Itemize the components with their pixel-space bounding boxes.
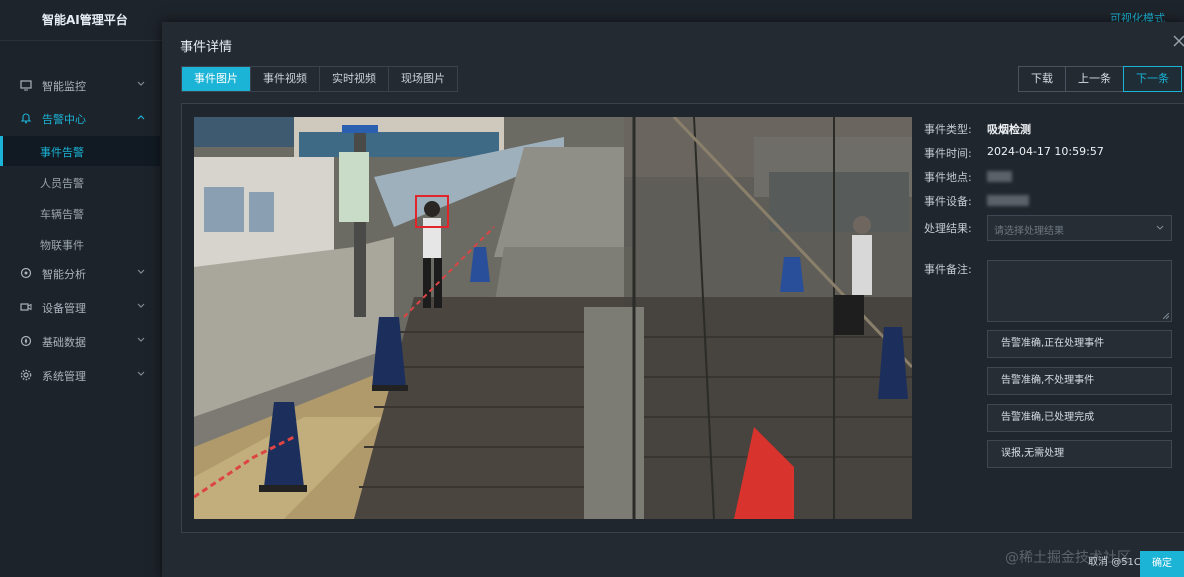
result-label: 处理结果: — [924, 222, 972, 235]
result-select-placeholder: 请选择处理结果 — [994, 226, 1064, 237]
sidebar-item-label: 告警中心 — [42, 113, 86, 126]
download-button[interactable]: 下载 — [1018, 66, 1066, 92]
surveillance-snapshot — [194, 117, 912, 519]
event-content-panel: 事件类型: 吸烟检测 事件时间: 2024-04-17 10:59:57 事件地… — [181, 103, 1184, 533]
media-tabs: 事件图片 事件视频 实时视频 现场图片 — [181, 66, 458, 92]
chevron-down-icon — [137, 303, 145, 308]
sidebar-subitem-label: 人员告警 — [40, 177, 84, 190]
remark-label: 事件备注: — [924, 263, 972, 276]
sidebar-subitem-person-alarm[interactable]: 人员告警 — [0, 167, 160, 197]
quick-action-completed[interactable]: 告警准确,已处理完成 — [987, 404, 1172, 432]
app-title: 智能AI管理平台 — [42, 13, 128, 27]
chevron-down-icon — [137, 269, 145, 274]
quick-action-handling[interactable]: 告警准确,正在处理事件 — [987, 330, 1172, 358]
sidebar-item-label: 智能分析 — [42, 268, 86, 281]
chevron-down-icon — [1156, 225, 1164, 230]
next-button[interactable]: 下一条 — [1123, 66, 1182, 92]
sidebar-item-device[interactable]: 设备管理 — [0, 293, 160, 321]
gear-icon — [20, 369, 32, 381]
sidebar-item-label: 设备管理 — [42, 302, 86, 315]
event-image — [194, 117, 912, 519]
sidebar-subitem-iot-event[interactable]: 物联事件 — [0, 229, 160, 259]
event-details: 事件类型: 吸烟检测 事件时间: 2024-04-17 10:59:57 事件地… — [924, 104, 1174, 524]
sidebar-item-label: 系统管理 — [42, 370, 86, 383]
sidebar-item-alarm-center[interactable]: 告警中心 — [0, 104, 160, 132]
dialog-title: 事件详情 — [180, 40, 233, 55]
record-actions: 下载 上一条 下一条 — [1018, 66, 1182, 92]
sidebar-item-analysis[interactable]: 智能分析 — [0, 259, 160, 287]
remark-textarea[interactable] — [987, 260, 1172, 322]
event-type-label: 事件类型: — [924, 123, 972, 136]
camera-icon — [20, 303, 32, 311]
event-location-redacted — [987, 171, 1012, 182]
close-icon[interactable] — [1172, 34, 1184, 48]
tab-event-video[interactable]: 事件视频 — [251, 67, 320, 91]
sidebar-item-system[interactable]: 系统管理 — [0, 361, 160, 389]
event-device-redacted — [987, 195, 1029, 206]
result-select[interactable]: 请选择处理结果 — [987, 215, 1172, 241]
event-location-label: 事件地点: — [924, 171, 972, 184]
chevron-down-icon — [137, 337, 145, 342]
event-detail-dialog: 事件详情 事件图片 事件视频 实时视频 现场图片 下载 上一条 下一条 事件类型… — [162, 22, 1184, 577]
sidebar-item-monitor[interactable]: 智能监控 — [0, 71, 160, 99]
analysis-icon — [20, 267, 32, 279]
sidebar-item-label: 智能监控 — [42, 80, 86, 93]
resize-grip-icon[interactable] — [1163, 313, 1169, 319]
sidebar-subitem-event-alarm[interactable]: 事件告警 — [0, 136, 160, 166]
confirm-button[interactable]: 确定 — [1140, 551, 1184, 577]
event-type-value: 吸烟检测 — [987, 123, 1031, 136]
tab-event-image[interactable]: 事件图片 — [182, 67, 251, 91]
sidebar-subitem-label: 事件告警 — [40, 146, 84, 159]
sidebar-subitem-vehicle-alarm[interactable]: 车辆告警 — [0, 198, 160, 228]
quick-action-no-handling[interactable]: 告警准确,不处理事件 — [987, 367, 1172, 395]
monitor-icon — [20, 80, 32, 91]
sidebar: 智能监控 告警中心 事件告警 人员告警 车辆告警 物联事件 智能分析 设备管理 … — [0, 41, 160, 577]
prev-button[interactable]: 上一条 — [1065, 66, 1124, 92]
sidebar-subitem-label: 物联事件 — [40, 239, 84, 252]
sidebar-item-basic-data[interactable]: 基础数据 — [0, 327, 160, 355]
cancel-link[interactable]: 取消 — [1088, 557, 1108, 568]
event-time-label: 事件时间: — [924, 147, 972, 160]
event-time-value: 2024-04-17 10:59:57 — [987, 145, 1104, 158]
tab-scene-image[interactable]: 现场图片 — [389, 67, 457, 91]
sidebar-subitem-label: 车辆告警 — [40, 208, 84, 221]
event-device-label: 事件设备: — [924, 195, 972, 208]
compass-icon — [20, 335, 32, 347]
bell-icon — [20, 113, 32, 124]
chevron-down-icon — [137, 371, 145, 376]
sidebar-item-label: 基础数据 — [42, 336, 86, 349]
quick-action-false-alarm[interactable]: 误报,无需处理 — [987, 440, 1172, 468]
chevron-down-icon — [137, 81, 145, 86]
tab-live-video[interactable]: 实时视频 — [320, 67, 389, 91]
chevron-up-icon — [137, 115, 145, 120]
